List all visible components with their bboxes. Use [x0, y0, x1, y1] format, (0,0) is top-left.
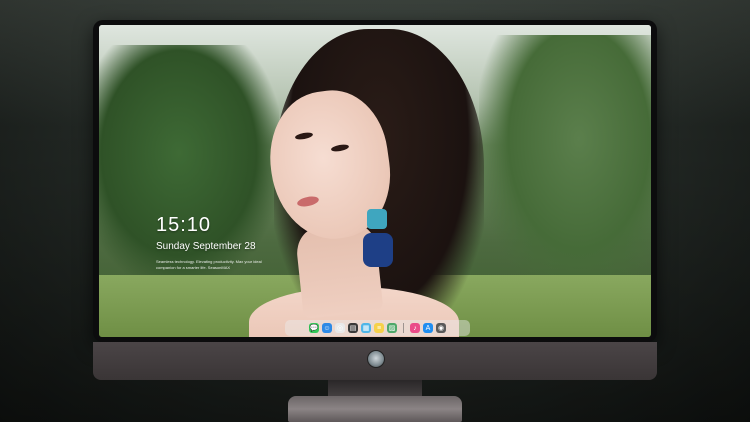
lock-screen-date: Sunday September 28 [156, 241, 256, 252]
monitor-stand-base [288, 396, 462, 422]
clapper-icon[interactable]: ▤ [348, 323, 358, 333]
files-icon[interactable]: ▦ [361, 323, 371, 333]
earring-top [367, 209, 387, 229]
photos-icon[interactable]: ▨ [387, 323, 397, 333]
messages-icon[interactable]: 💬 [309, 323, 319, 333]
monitor-frame: 15:10 Sunday September 28 Seamless techn… [93, 20, 657, 342]
dock-separator [403, 323, 404, 333]
finder-icon[interactable]: ☺ [322, 323, 332, 333]
safari-icon[interactable]: ◎ [335, 323, 345, 333]
monitor-chin [93, 342, 657, 380]
earring-bottom [363, 233, 393, 267]
dock: 💬 ☺ ◎ ▤ ▦ ≡ ▨ ♪ A ◉ [285, 320, 470, 336]
brand-logo-icon [367, 350, 385, 368]
wallpaper-tree-right [479, 35, 651, 295]
lock-screen-time: 15:10 [156, 214, 212, 236]
camera-icon[interactable]: ◉ [436, 323, 446, 333]
appstore-icon[interactable]: A [423, 323, 433, 333]
lock-screen[interactable]: 15:10 Sunday September 28 Seamless techn… [99, 25, 651, 337]
lock-screen-tagline: Seamless technology. Elevating productiv… [156, 259, 262, 270]
notes-icon[interactable]: ≡ [374, 323, 384, 333]
music-icon[interactable]: ♪ [410, 323, 420, 333]
